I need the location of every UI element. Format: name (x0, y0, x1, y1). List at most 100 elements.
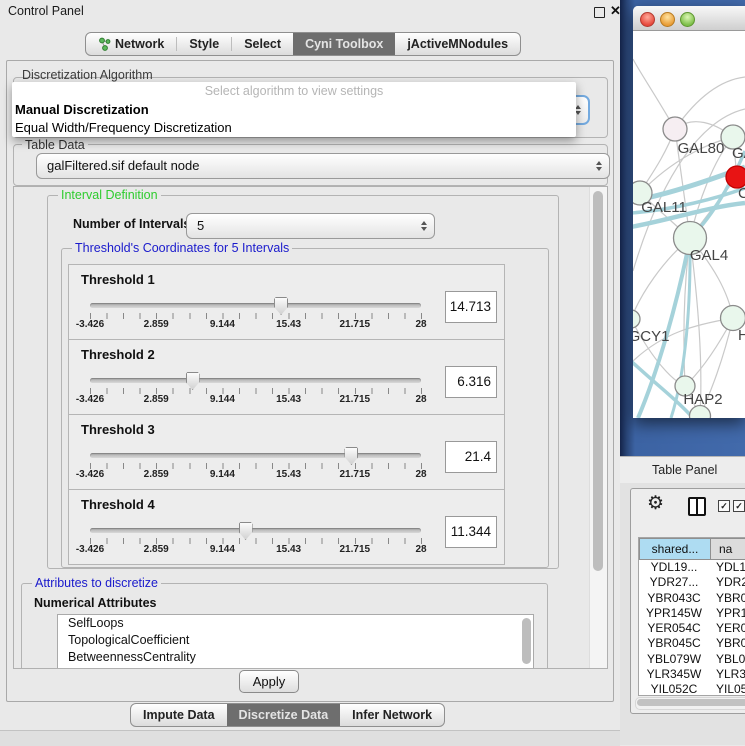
table-row[interactable]: YIL052CYIL052C (639, 682, 745, 696)
dropdown-option-manual[interactable]: Manual Discretization (12, 101, 576, 119)
table-cell[interactable]: YBL079W (709, 652, 745, 667)
table-cell[interactable]: YPR145W (639, 606, 709, 621)
checkbox-icon[interactable]: ✓ (733, 500, 745, 512)
numerical-attributes-list[interactable]: SelfLoopsTopologicalCoefficientBetweenne… (57, 614, 534, 669)
node-table-body: YDL19...YDL19...YDR27...YDR27...YBR043CY… (639, 560, 745, 696)
stepper-arrows-icon (596, 161, 602, 171)
table-row[interactable]: YER054CYER054C (639, 621, 745, 636)
attributes-group-title: Attributes to discretize (32, 576, 161, 590)
threshold-slider[interactable]: -3.4262.8599.14415.4321.71528 (90, 297, 421, 335)
threshold-label: Threshold 4 (81, 497, 155, 512)
table-cell[interactable]: YIL052C (709, 682, 745, 696)
tab-label: Style (189, 37, 219, 51)
thresholds-group: Threshold's Coordinates for 5 Intervals … (61, 248, 549, 568)
table-row[interactable]: YBR045CYBR045C (639, 636, 745, 651)
minimize-traffic-light-icon[interactable] (660, 12, 675, 27)
slider-track[interactable] (90, 453, 421, 458)
threshold-slider[interactable]: -3.4262.8599.14415.4321.71528 (90, 447, 421, 485)
table-cell[interactable]: YER054C (639, 621, 709, 636)
close-traffic-light-icon[interactable] (640, 12, 655, 27)
tab-network[interactable]: Network (86, 33, 176, 55)
table-cell[interactable]: YIL052C (639, 682, 709, 696)
table-cell[interactable]: YER054C (709, 621, 745, 636)
tab-discretize-data[interactable]: Discretize Data (227, 704, 341, 726)
network-window[interactable]: GAL80 GA C GAL11 GAL4 GCY1 H HAP2 (633, 6, 745, 418)
slider-axis-labels: -3.4262.8599.14415.4321.71528 (90, 319, 421, 333)
table-cell[interactable]: YBL079W (639, 652, 709, 667)
table-data-group: Table Data galFiltered.sif default node (13, 144, 608, 186)
threshold-label: Threshold 2 (81, 347, 155, 362)
columns-icon[interactable] (688, 497, 706, 516)
table-cell[interactable]: YBR045C (709, 636, 745, 651)
gear-icon[interactable]: ⚙ (647, 492, 664, 515)
attribute-list-item[interactable]: SelfLoops (58, 615, 533, 632)
node-gcy1[interactable] (633, 310, 640, 328)
table-cell[interactable]: YLR345W (639, 667, 709, 682)
threshold-value-field[interactable]: 14.713 (445, 291, 497, 323)
table-row[interactable]: YBR043CYBR043C (639, 591, 745, 606)
threshold-value-field[interactable]: 21.4 (445, 441, 497, 473)
axis-tick-label: 2.859 (144, 544, 169, 555)
slider-track[interactable] (90, 303, 421, 308)
table-row[interactable]: YBL079WYBL079W (639, 652, 745, 667)
table-cell[interactable]: YBR045C (639, 636, 709, 651)
network-window-titlebar[interactable] (633, 6, 745, 31)
threshold-value-field[interactable]: 11.344 (445, 516, 497, 548)
table-row[interactable]: YDL19...YDL19... (639, 560, 745, 575)
tab-cyni-toolbox[interactable]: Cyni Toolbox (293, 33, 395, 55)
attribute-list-item[interactable]: BetweennessCentrality (58, 649, 533, 666)
attributes-group: Attributes to discretize Numerical Attri… (21, 583, 548, 669)
slider-track[interactable] (90, 378, 421, 383)
horizontal-scrollbar[interactable] (635, 697, 745, 710)
bottom-tabbar: Impute Data Discretize DataInfer Network (130, 703, 445, 727)
axis-tick-label: 2.859 (144, 469, 169, 480)
tab-label: Impute Data (143, 708, 215, 722)
slider-axis-labels: -3.4262.8599.14415.4321.71528 (90, 394, 421, 408)
table-cell[interactable]: YDL19... (639, 560, 709, 575)
table-data-combobox[interactable]: galFiltered.sif default node (36, 153, 610, 179)
tab-style[interactable]: Style (177, 33, 231, 55)
scrollbar-thumb[interactable] (593, 191, 603, 571)
table-cell[interactable]: YDR27... (709, 575, 745, 590)
apply-button[interactable]: Apply (239, 670, 299, 693)
threshold-value-field[interactable]: 6.316 (445, 366, 497, 398)
interval-definition-group: Interval Definition Number of Intervals … (47, 195, 559, 569)
table-row[interactable]: YPR145WYPR145W (639, 606, 745, 621)
tab-label: Cyni Toolbox (305, 37, 383, 51)
list-scrollbar-thumb[interactable] (522, 618, 531, 664)
tab-infer-network[interactable]: Infer Network (340, 704, 444, 726)
dropdown-placeholder-item[interactable]: Select algorithm to view settings (12, 82, 576, 101)
float-icon[interactable] (594, 7, 605, 18)
node-label: GA (732, 145, 745, 162)
checkbox-icon[interactable]: ✓ (718, 500, 730, 512)
attribute-list-item[interactable]: TopologicalCoefficient (58, 632, 533, 649)
threshold-panel: Threshold 2 -3.4262.8599.14415.4321.71528… (68, 339, 505, 415)
vertical-scrollbar[interactable] (589, 187, 607, 668)
scrollbar-thumb[interactable] (637, 699, 745, 706)
table-row[interactable]: YLR345WYLR345W (639, 667, 745, 682)
table-cell[interactable]: YDR27... (639, 575, 709, 590)
tab-jactivemnodules[interactable]: jActiveMNodules (395, 33, 520, 55)
axis-tick-label: 9.144 (210, 544, 235, 555)
axis-tick-label: 21.715 (340, 469, 371, 480)
threshold-slider[interactable]: -3.4262.8599.14415.4321.71528 (90, 522, 421, 560)
zoom-traffic-light-icon[interactable] (680, 12, 695, 27)
column-header-name[interactable]: na (711, 538, 745, 560)
table-cell[interactable]: YBR043C (639, 591, 709, 606)
slider-track[interactable] (90, 528, 421, 533)
table-cell[interactable]: YBR043C (709, 591, 745, 606)
table-cell[interactable]: YPR145W (709, 606, 745, 621)
number-of-intervals-combobox[interactable]: 5 (186, 213, 435, 239)
tab-select[interactable]: Select (232, 33, 293, 55)
table-cell[interactable]: YLR345W (709, 667, 745, 682)
table-cell[interactable]: YDL19... (709, 560, 745, 575)
dropdown-option-equal-width[interactable]: Equal Width/Frequency Discretization (12, 119, 576, 137)
table-row[interactable]: YDR27...YDR27... (639, 575, 745, 590)
axis-tick-label: 15.43 (276, 469, 301, 480)
column-header-shared-name[interactable]: shared... (639, 538, 711, 560)
axis-tick-label: 21.715 (340, 544, 371, 555)
node-gal80[interactable] (663, 117, 687, 141)
network-canvas[interactable]: GAL80 GA C GAL11 GAL4 GCY1 H HAP2 (633, 31, 745, 418)
tab-impute-data[interactable]: Impute Data (131, 704, 227, 726)
threshold-slider[interactable]: -3.4262.8599.14415.4321.71528 (90, 372, 421, 410)
